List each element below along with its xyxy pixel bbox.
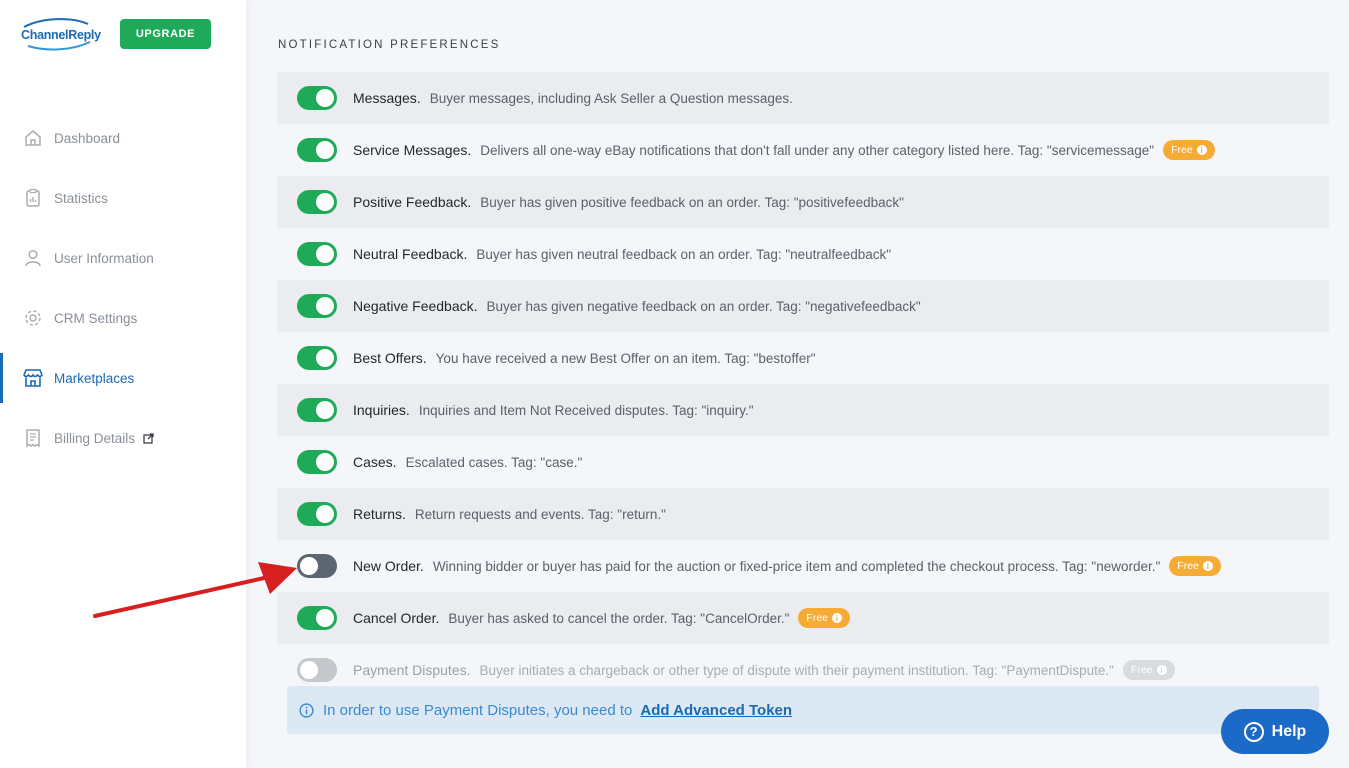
user-icon (22, 247, 44, 269)
channelreply-logo[interactable]: ChannelReply (18, 18, 101, 52)
notification-name: Cases. (353, 454, 397, 470)
notification-row: Negative Feedback. Buyer has given negati… (277, 280, 1329, 332)
notification-toggle[interactable] (297, 398, 337, 422)
receipt-icon (22, 427, 44, 449)
notification-toggle[interactable] (297, 190, 337, 214)
sidebar-item-label: Statistics (54, 190, 109, 206)
notification-description: Buyer has given negative feedback on an … (486, 298, 921, 314)
sidebar-item-crm-settings[interactable]: CRM Settings (0, 288, 246, 348)
sidebar-item-dashboard[interactable]: Dashboard (0, 108, 246, 168)
notification-toggle[interactable] (297, 502, 337, 526)
notification-toggle[interactable] (297, 658, 337, 682)
badge-label: Free (1177, 560, 1199, 572)
help-button[interactable]: ? Help (1221, 709, 1329, 754)
home-icon (22, 127, 44, 149)
info-icon: i (1156, 665, 1167, 675)
sidebar-item-label: CRM Settings (54, 310, 138, 326)
info-icon: i (832, 613, 842, 623)
notification-row: Service Messages. Delivers all one-way eB… (277, 124, 1329, 176)
free-badge[interactable]: Free i (1169, 556, 1221, 576)
upgrade-button[interactable]: UPGRADE (120, 19, 211, 49)
help-label: Help (1271, 722, 1307, 740)
notification-toggle[interactable] (297, 86, 337, 110)
notification-description: Inquiries and Item Not Received disputes… (418, 402, 754, 418)
notification-row: Inquiries. Inquiries and Item Not Receive… (277, 384, 1329, 436)
notification-row: Returns. Return requests and events. Tag:… (277, 488, 1329, 540)
red-arrow-annotation (93, 562, 297, 618)
notification-name: Cancel Order. (353, 610, 440, 626)
badge-label: Free (1130, 664, 1153, 676)
add-advanced-token-link[interactable]: Add Advanced Token (640, 702, 792, 719)
badge-label: Free (1171, 144, 1193, 156)
notification-row: New Order. Winning bidder or buyer has pa… (277, 540, 1329, 592)
info-box: In order to use Payment Disputes, you ne… (287, 686, 1319, 734)
sidebar-item-billing-details[interactable]: Billing Details (0, 408, 246, 468)
notification-row: Positive Feedback. Buyer has given positi… (277, 176, 1329, 228)
notification-toggle[interactable] (297, 242, 337, 266)
sidebar-item-label: Marketplaces (54, 370, 135, 386)
notification-description: You have received a new Best Offer on an… (435, 350, 816, 366)
notification-description: Buyer initiates a chargeback or other ty… (479, 662, 1114, 678)
notification-description: Delivers all one-way eBay notifications … (480, 142, 1155, 158)
notification-row: Best Offers. You have received a new Best… (277, 332, 1329, 384)
notification-row: Neutral Feedback. Buyer has given neutral… (277, 228, 1329, 280)
notification-name: Inquiries. (353, 402, 410, 418)
info-text: In order to use Payment Disputes, you ne… (323, 701, 633, 719)
question-icon: ? (1243, 721, 1264, 742)
logo-text: ChannelReply (21, 28, 101, 42)
notification-toggle[interactable] (297, 346, 337, 370)
store-icon (22, 367, 44, 389)
notification-name: Service Messages. (353, 142, 472, 158)
sidebar: ChannelReply UPGRADE Dashboard Statistic… (0, 0, 246, 768)
notification-toggle[interactable] (297, 294, 337, 318)
free-badge[interactable]: Free i (798, 608, 850, 628)
clipboard-chart-icon (22, 187, 44, 209)
sidebar-item-label: Dashboard (54, 130, 121, 146)
notification-toggle[interactable] (297, 450, 337, 474)
sidebar-item-statistics[interactable]: Statistics (0, 168, 246, 228)
notification-toggle[interactable] (297, 138, 337, 162)
notification-name: Messages. (353, 90, 421, 106)
notification-name: Returns. (353, 506, 406, 522)
notification-name: Positive Feedback. (353, 194, 472, 210)
notification-row: Messages. Buyer messages, including Ask S… (277, 72, 1329, 124)
sidebar-nav: Dashboard Statistics User Information CR… (0, 108, 246, 468)
notification-description: Buyer has given positive feedback on an … (480, 194, 904, 210)
section-title: NOTIFICATION PREFERENCES (278, 39, 501, 51)
notification-description: Escalated cases. Tag: "case." (405, 454, 583, 470)
sidebar-item-user-information[interactable]: User Information (0, 228, 246, 288)
notification-row: Cancel Order. Buyer has asked to cancel t… (277, 592, 1329, 644)
badge-label: Free (806, 612, 828, 624)
info-icon: i (1196, 145, 1207, 155)
notification-description: Buyer has asked to cancel the order. Tag… (448, 610, 790, 626)
notification-description: Return requests and events. Tag: "return… (414, 506, 666, 522)
notification-row: Cases. Escalated cases. Tag: "case." (277, 436, 1329, 488)
notification-description: Winning bidder or buyer has paid for the… (432, 558, 1161, 574)
info-icon (299, 702, 314, 718)
notification-name: Payment Disputes. (353, 662, 471, 678)
external-link-icon (143, 432, 154, 444)
notification-name: Best Offers. (353, 350, 427, 366)
sidebar-item-label: Billing Details (54, 430, 136, 446)
sidebar-item-label: User Information (54, 250, 154, 266)
free-badge[interactable]: Free i (1163, 140, 1215, 160)
notification-preferences-panel: Messages. Buyer messages, including Ask S… (277, 72, 1329, 746)
notification-description: Buyer has given neutral feedback on an o… (476, 246, 892, 262)
info-icon: i (1202, 561, 1213, 571)
notification-name: New Order. (353, 558, 424, 574)
sidebar-item-marketplaces[interactable]: Marketplaces (0, 348, 246, 408)
notification-name: Negative Feedback. (353, 298, 478, 314)
notification-name: Neutral Feedback. (353, 246, 468, 262)
notification-description: Buyer messages, including Ask Seller a Q… (429, 90, 793, 106)
gear-icon (22, 307, 44, 329)
free-badge[interactable]: Free i (1122, 660, 1175, 680)
